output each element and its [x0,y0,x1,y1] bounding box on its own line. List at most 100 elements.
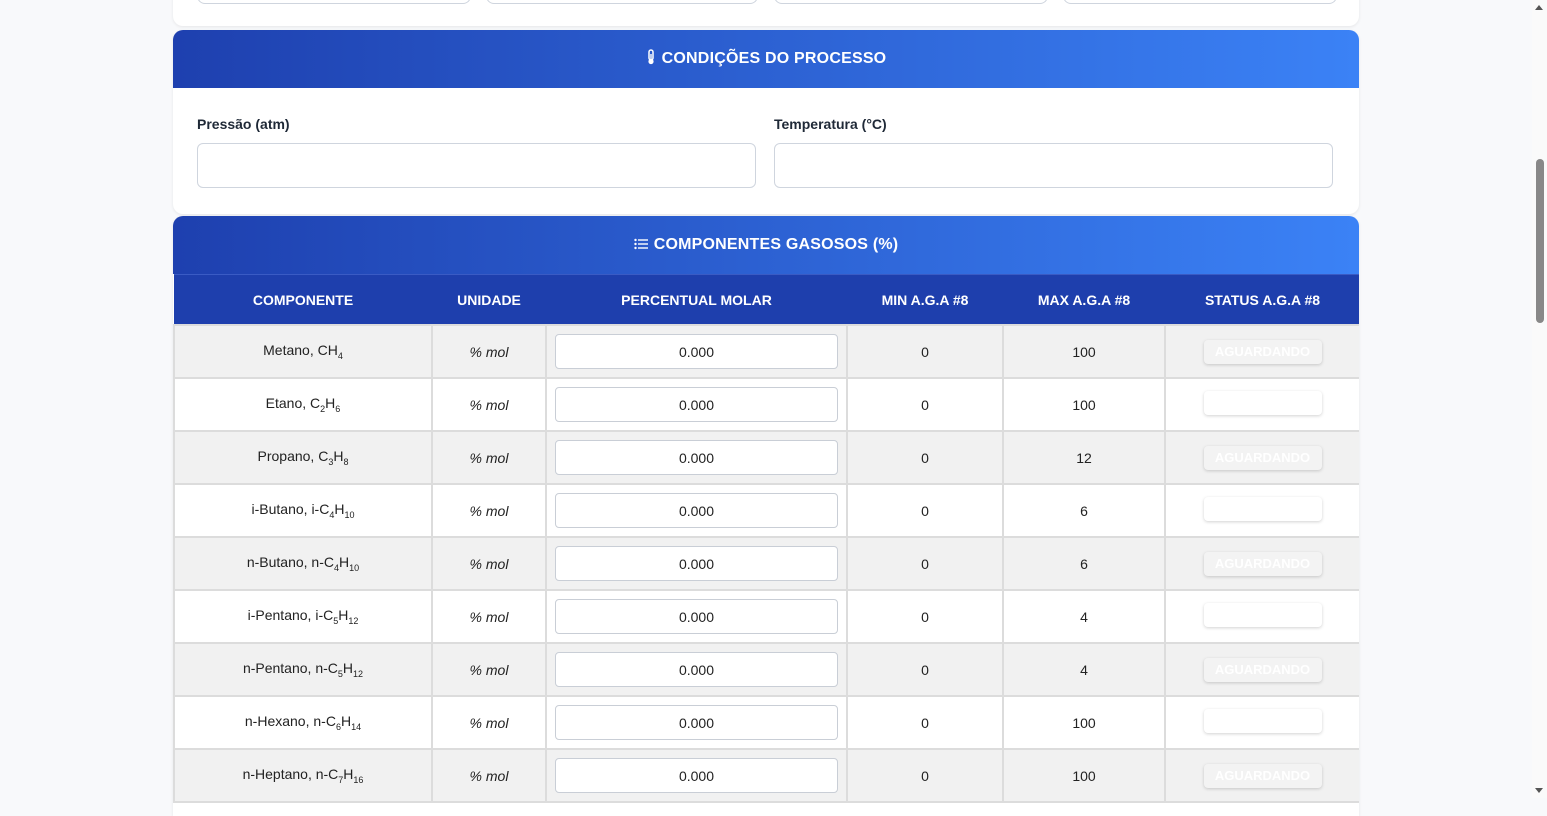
min-aga8-cell: 0 [846,695,1004,750]
scroll-thumb[interactable] [1536,159,1544,323]
molar-percent-cell [545,483,848,538]
unit-cell: % mol [431,324,547,379]
molar-percent-cell [545,324,848,379]
page-scrollbar[interactable] [1532,0,1547,798]
molar-percent-input[interactable] [555,546,838,581]
component-subscript: 12 [353,668,364,679]
table-row: n-Heptano, n-C7H16% mol 0100 AGUARDANDO [173,748,1359,803]
component-name-cell: n-Heptano, n-C7H16 [173,748,433,803]
component-formula-suffix: H [334,501,345,518]
min-aga8-cell: 0 [846,430,1004,485]
previous-input[interactable] [774,0,1048,4]
unit-cell: % mol [431,377,547,432]
component-name: n-Heptano, n-C [242,766,339,783]
table-header-row: COMPONENTE UNIDADE PERCENTUAL MOLAR MIN A.G… [174,274,1359,325]
column-header: COMPONENTE [174,274,432,325]
gas-components-header: COMPONENTES GASOSOS (%) [173,216,1359,274]
component-subscript: 10 [349,562,360,573]
molar-percent-input[interactable] [555,599,838,634]
table-row: Propano, C3H8% mol 012 AGUARDANDO [173,430,1359,485]
min-aga8-cell: 0 [846,377,1004,432]
status-badge: AGUARDANDO [1203,551,1322,576]
component-formula-suffix: H [342,660,354,677]
column-header: MAX A.G.A #8 [1003,274,1165,325]
component-name: i-Pentano, i-C [247,607,334,624]
temperature-label: Temperatura (°C) [774,116,887,132]
component-name-cell: Metano, CH4 [173,324,433,379]
max-aga8-cell: 4 [1002,589,1166,644]
min-aga8-cell: 0 [846,589,1004,644]
pressure-input[interactable] [197,143,756,188]
status-badge: AGUARDANDO [1203,339,1322,364]
unit-cell: % mol [431,695,547,750]
components-table: COMPONENTE UNIDADE PERCENTUAL MOLAR MIN A.G… [173,274,1359,803]
molar-percent-cell [545,377,848,432]
component-name: Etano, C [265,395,321,412]
status-badge [1203,603,1322,627]
molar-percent-cell [545,642,848,697]
component-formula-suffix: H [340,713,352,730]
unit-cell: % mol [431,589,547,644]
component-name: Propano, C [257,448,329,465]
max-aga8-cell: 100 [1002,324,1166,379]
process-conditions-title: CONDIÇÕES DO PROCESSO [661,50,887,67]
thermometer-icon [646,49,656,69]
process-conditions-card: CONDIÇÕES DO PROCESSO Pressão (atm) Temp… [173,30,1359,214]
status-aga8-cell [1164,483,1359,538]
molar-percent-cell [545,748,848,803]
status-aga8-cell: AGUARDANDO [1164,536,1359,591]
table-row: n-Hexano, n-C6H14% mol 0100 [173,695,1359,750]
component-formula-suffix: H [343,766,354,783]
component-subscript: 16 [353,774,364,785]
column-header: PERCENTUAL MOLAR [546,274,847,325]
gas-components-title: COMPONENTES GASOSOS (%) [653,236,899,253]
component-name-cell: n-Butano, n-C4H10 [173,536,433,591]
temperature-input[interactable] [774,143,1333,188]
molar-percent-cell [545,589,848,644]
component-name-cell: i-Pentano, i-C5H12 [173,589,433,644]
column-header: STATUS A.G.A #8 [1165,274,1359,325]
status-badge: AGUARDANDO [1203,657,1322,682]
molar-percent-input[interactable] [555,652,838,687]
component-name: Metano, CH [263,342,338,359]
min-aga8-cell: 0 [846,324,1004,379]
status-aga8-cell [1164,589,1359,644]
process-conditions-header: CONDIÇÕES DO PROCESSO [173,30,1359,88]
molar-percent-input[interactable] [555,493,838,528]
scroll-down-arrow-icon[interactable] [1535,788,1543,793]
component-subscript: 8 [343,456,349,467]
molar-percent-input[interactable] [555,705,838,740]
status-badge [1203,497,1322,521]
list-icon [633,237,648,254]
component-name-cell: Propano, C3H8 [173,430,433,485]
molar-percent-cell [545,695,848,750]
previous-section-card [173,0,1359,26]
status-aga8-cell: AGUARDANDO [1164,642,1359,697]
status-badge [1203,391,1322,415]
molar-percent-input[interactable] [555,334,838,369]
unit-cell: % mol [431,748,547,803]
molar-percent-input[interactable] [555,440,838,475]
molar-percent-input[interactable] [555,387,838,422]
component-name-cell: n-Pentano, n-C5H12 [173,642,433,697]
molar-percent-input[interactable] [555,758,838,793]
scroll-up-arrow-icon[interactable] [1535,5,1543,10]
component-name-cell: Etano, C2H6 [173,377,433,432]
status-badge: AGUARDANDO [1203,763,1322,788]
table-row: Metano, CH4% mol0100AGUARDANDO [173,324,1359,379]
component-subscript: 4 [337,350,343,361]
previous-input[interactable] [1063,0,1337,4]
previous-input[interactable] [197,0,471,4]
component-subscript: 6 [335,403,341,414]
status-badge [1203,709,1322,733]
component-name: i-Butano, i-C [251,501,330,518]
component-name: n-Pentano, n-C [242,660,338,677]
previous-input[interactable] [486,0,758,4]
status-aga8-cell [1164,695,1359,750]
component-name: n-Butano, n-C [246,554,334,571]
component-subscript: 10 [344,509,355,520]
table-row: i-Butano, i-C4H10% mol 06 [173,483,1359,538]
min-aga8-cell: 0 [846,748,1004,803]
max-aga8-cell: 100 [1002,695,1166,750]
pressure-label: Pressão (atm) [197,116,290,132]
